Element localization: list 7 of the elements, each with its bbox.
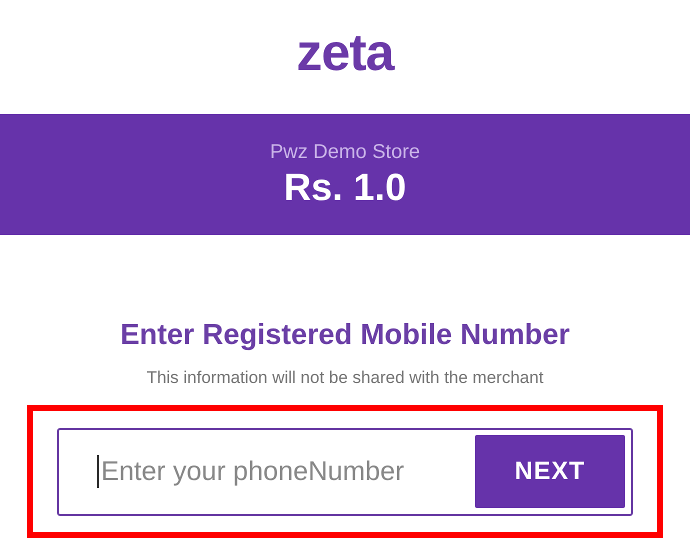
logo: zeta (296, 23, 394, 84)
privacy-note: This information will not be shared with the merchant (146, 367, 544, 389)
heading: Enter Registered Mobile Number (120, 318, 570, 353)
store-name: Pwz Demo Store (270, 140, 420, 164)
amount: Rs. 1.0 (284, 166, 406, 210)
next-button[interactable]: NEXT (475, 435, 625, 508)
phone-input[interactable]: Enter your phoneNumber (97, 455, 465, 488)
